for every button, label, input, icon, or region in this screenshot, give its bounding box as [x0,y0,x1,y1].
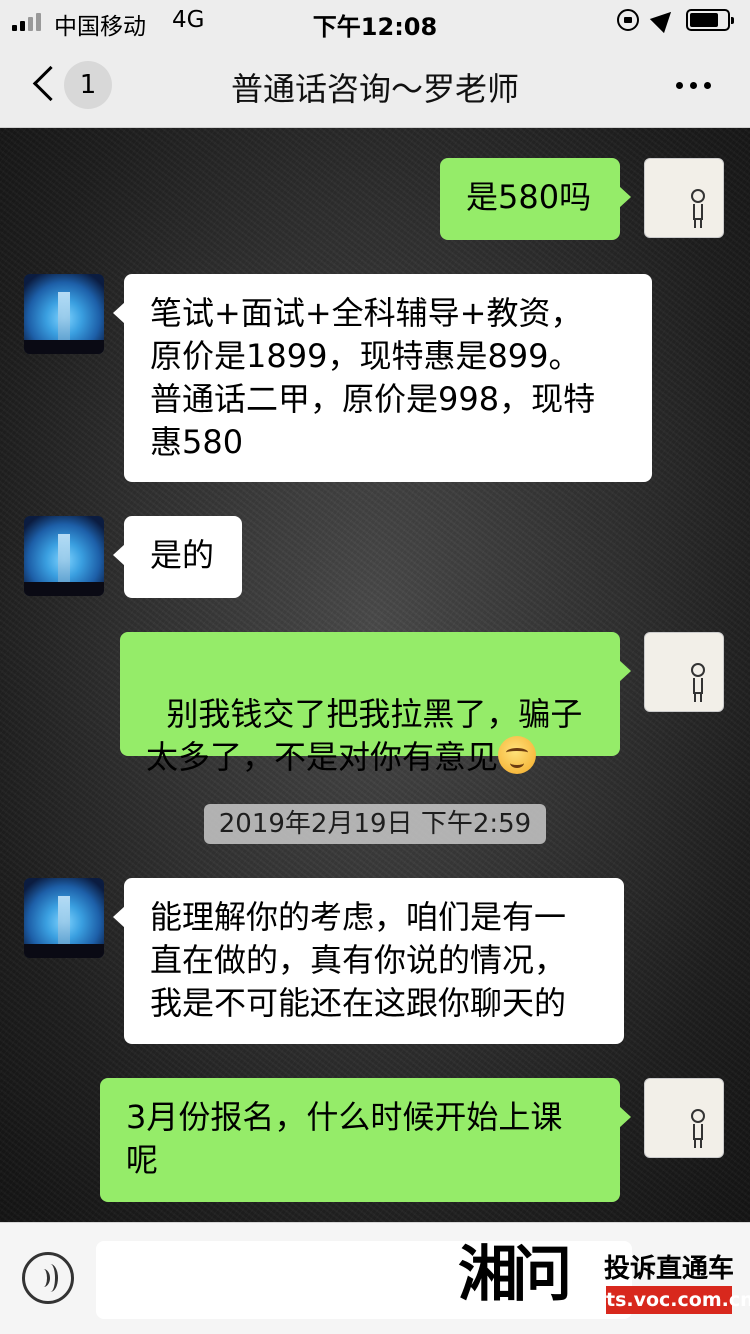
voice-input-icon[interactable] [22,1252,74,1304]
more-options-icon[interactable] [676,82,711,89]
chat-timestamp: 2019年2月19日 下午2:59 [204,804,546,844]
watermark-logo: 湘问 [458,1240,572,1310]
contact-avatar[interactable] [24,274,104,354]
message-bubble-outgoing[interactable]: 3月份报名，什么时候开始上课 呢 [100,1078,631,1202]
watermark: 湘问 投诉直通车 ts.voc.com.cn [458,1236,750,1322]
battery-icon [686,9,734,31]
watermark-url: ts.voc.com.cn [606,1286,750,1314]
contact-avatar[interactable] [24,516,104,596]
watermark-title: 投诉直通车 [604,1254,735,1284]
smiling-face-icon [498,736,537,774]
chat-title: 普通话咨询～罗老师 [230,70,519,108]
status-bar: 中国移动 4G 下午12:08 [0,0,750,42]
message-bubble-outgoing[interactable]: 是580吗 [440,158,631,240]
message-bubble-incoming[interactable]: 能理解你的考虑，咱们是有一 直在做的，真有你说的情况， 我是不可能还在这跟你聊天… [113,878,624,1044]
message-bubble-outgoing[interactable]: 别我钱交了把我拉黑了，骗子 太多了，不是对你有意见 [120,632,631,776]
self-avatar[interactable] [644,1078,724,1158]
message-bubble-incoming[interactable]: 是的 [113,516,242,598]
chat-header: 1 普通话咨询～罗老师 [0,42,750,128]
self-avatar[interactable] [644,158,724,238]
self-avatar[interactable] [644,632,724,712]
contact-avatar[interactable] [24,878,104,958]
rotation-lock-icon [617,9,639,31]
message-bubble-incoming[interactable]: 笔试+面试+全科辅导+教资， 原价是1899，现特惠是899。 普通话二甲，原价… [113,274,652,482]
